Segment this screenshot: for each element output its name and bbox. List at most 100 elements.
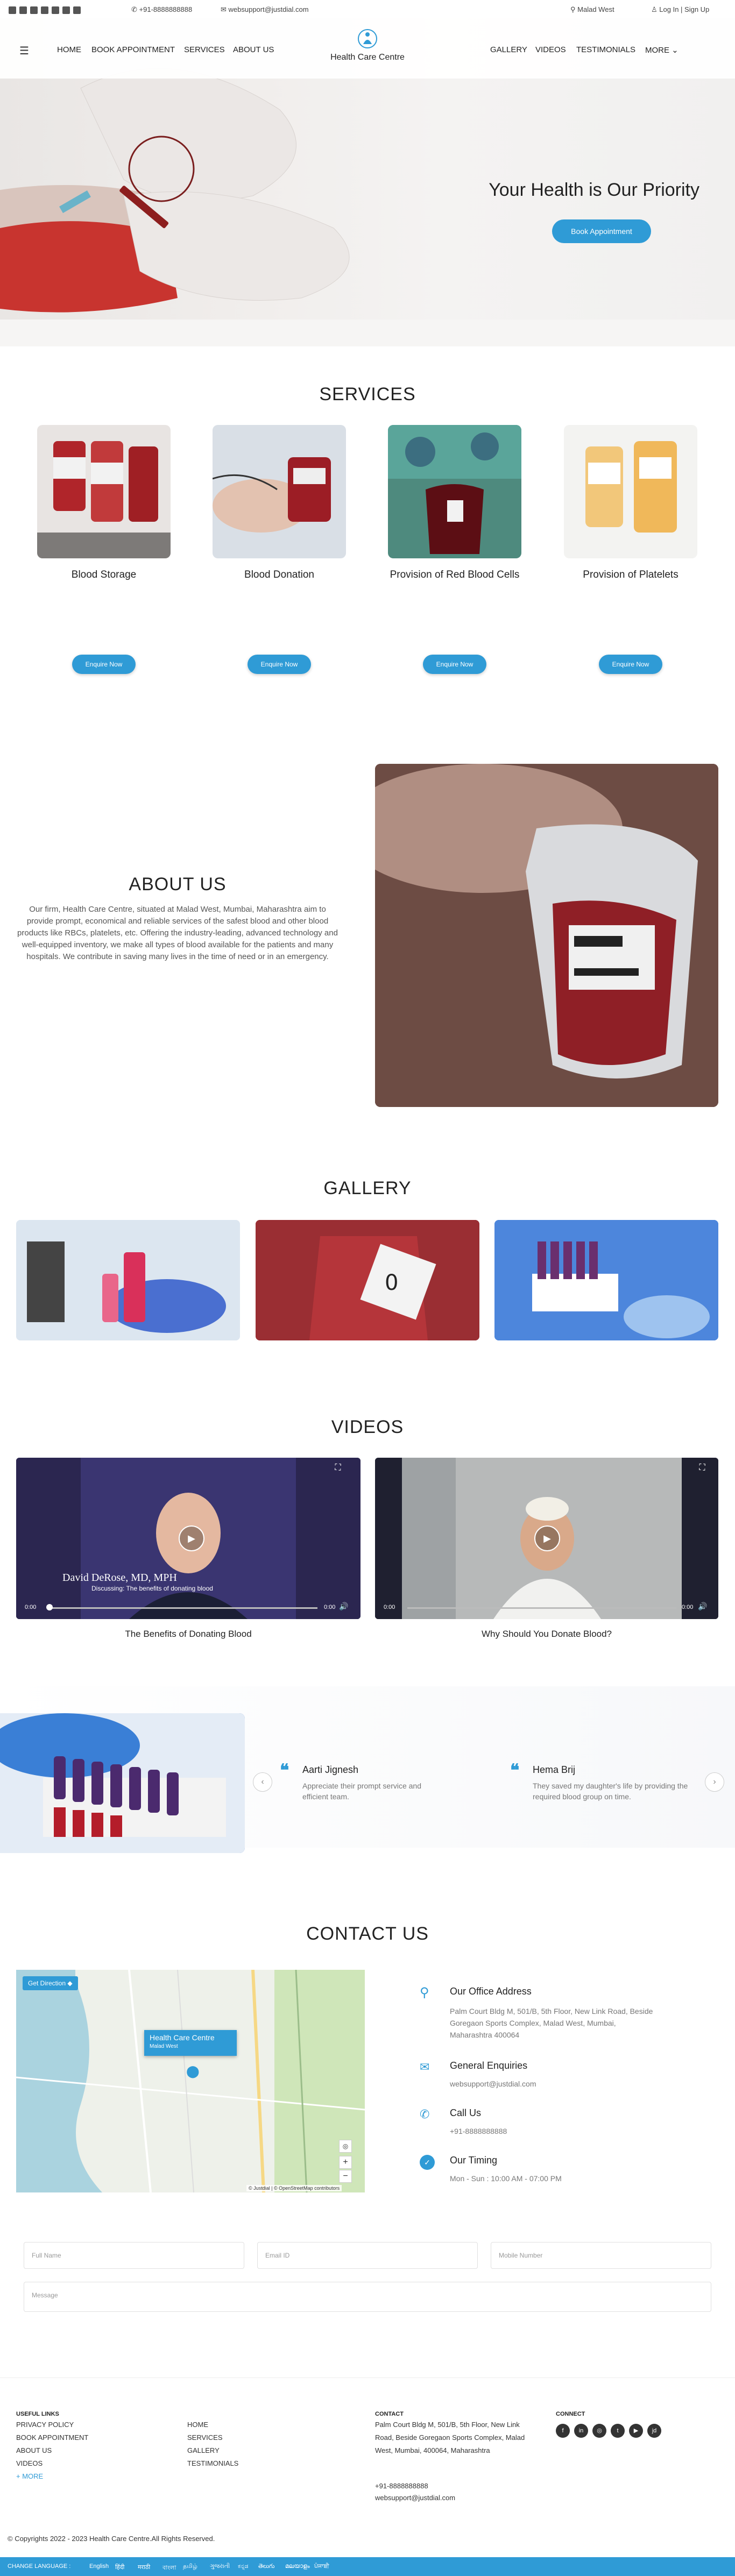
language-telugu[interactable]: తెలుగు xyxy=(258,2563,274,2571)
justdial-icon[interactable]: jd xyxy=(647,2424,661,2438)
call-number[interactable]: +91-8888888888 xyxy=(450,2127,507,2135)
linkedin-icon[interactable] xyxy=(30,6,38,14)
enquire-now-button[interactable]: Enquire Now xyxy=(599,655,662,674)
twitter-icon[interactable]: t xyxy=(611,2424,625,2438)
video-caption: Why Should You Donate Blood? xyxy=(482,1629,612,1639)
testimonial-next-arrow-icon[interactable]: › xyxy=(705,1772,724,1792)
language-punjabi[interactable]: ਪੰਜਾਬੀ xyxy=(314,2563,329,2570)
footer-link-book[interactable]: BOOK APPOINTMENT xyxy=(16,2431,88,2444)
justdial-icon[interactable] xyxy=(73,6,81,14)
zoom-out-button[interactable]: − xyxy=(339,2170,352,2183)
fullscreen-icon[interactable]: ⛶ xyxy=(330,1463,345,1478)
volume-icon[interactable]: 🔊 xyxy=(698,1602,707,1611)
location-pin-icon: ⚲ xyxy=(570,5,576,13)
nav-home[interactable]: HOME xyxy=(57,45,81,54)
footer-more-link[interactable]: + MORE xyxy=(16,2470,88,2483)
instagram-icon[interactable] xyxy=(41,6,48,14)
language-hindi[interactable]: हिंदी xyxy=(115,2563,124,2571)
play-button-icon[interactable]: ▶ xyxy=(534,1525,560,1551)
enquire-now-button[interactable]: Enquire Now xyxy=(248,655,311,674)
footer-email[interactable]: websupport@justdial.com xyxy=(375,2492,455,2504)
footer-link-services[interactable]: SERVICES xyxy=(187,2431,238,2444)
video-progress-bar[interactable] xyxy=(48,1607,317,1609)
youtube-icon[interactable] xyxy=(62,6,70,14)
get-direction-label: Get Direction xyxy=(28,1979,66,1987)
nav-more[interactable]: MORE ⌄ xyxy=(645,45,679,55)
footer-link-privacy[interactable]: PRIVACY POLICY xyxy=(16,2418,88,2431)
language-english[interactable]: English xyxy=(89,2563,109,2570)
location-map[interactable]: Get Direction ◆ Health Care Centre Malad… xyxy=(16,1970,365,2192)
language-kannada[interactable]: ಕನ್ನಡ xyxy=(238,2563,249,2570)
login-link[interactable]: ♙ Log In | Sign Up xyxy=(651,5,709,14)
book-appointment-button[interactable]: Book Appointment xyxy=(552,219,651,243)
zoom-in-button[interactable]: + xyxy=(339,2156,352,2169)
language-marathi[interactable]: मराठी xyxy=(138,2563,150,2571)
testimonial-prev-arrow-icon[interactable]: ‹ xyxy=(253,1772,272,1792)
twitter-icon[interactable] xyxy=(52,6,59,14)
gallery-image[interactable] xyxy=(16,1220,240,1340)
play-button-icon[interactable]: ▶ xyxy=(179,1525,204,1551)
footer-link-gallery[interactable]: GALLERY xyxy=(187,2444,238,2457)
nav-services[interactable]: SERVICES xyxy=(184,45,225,54)
map-locate-icon[interactable]: ◎ xyxy=(339,2140,352,2153)
nav-book-appointment[interactable]: BOOK APPOINTMENT xyxy=(91,45,175,54)
service-image-platelets[interactable] xyxy=(564,425,697,558)
map-popup-subtitle: Malad West xyxy=(150,2043,178,2049)
footer-link-home[interactable]: HOME xyxy=(187,2418,238,2431)
nav-gallery[interactable]: GALLERY xyxy=(490,45,527,54)
map-pin-icon[interactable]: ⬤ xyxy=(186,2064,200,2078)
email-field[interactable]: Email ID xyxy=(257,2242,478,2269)
useful-links-col2: HOME SERVICES GALLERY TESTIMONIALS xyxy=(187,2418,238,2470)
about-image xyxy=(375,764,718,1107)
office-title: Our Office Address xyxy=(450,1986,532,1997)
brand-logo-icon[interactable] xyxy=(357,28,378,49)
contact-footer-heading: CONTACT xyxy=(375,2411,404,2417)
enquire-now-button[interactable]: Enquire Now xyxy=(423,655,486,674)
gallery-image[interactable] xyxy=(494,1220,718,1340)
service-image-blood-storage[interactable] xyxy=(37,425,171,558)
get-direction-button[interactable]: Get Direction ◆ xyxy=(23,1976,78,1990)
volume-icon[interactable]: 🔊 xyxy=(339,1602,348,1611)
copyright-text: © Copyrights 2022 - 2023 Health Care Cen… xyxy=(8,2535,215,2543)
main-navigation: ☰ HOME BOOK APPOINTMENT SERVICES ABOUT U… xyxy=(0,18,735,79)
email-icon[interactable] xyxy=(9,6,16,14)
video-player[interactable]: David DeRose, MD, MPH Discussing: The be… xyxy=(16,1458,361,1619)
full-name-field[interactable]: Full Name xyxy=(24,2242,244,2269)
enquire-now-button[interactable]: Enquire Now xyxy=(72,655,136,674)
footer-phone[interactable]: +91-8888888888 xyxy=(375,2480,428,2493)
language-bengali[interactable]: বাংলা xyxy=(162,2563,176,2573)
mobile-field[interactable]: Mobile Number xyxy=(491,2242,711,2269)
facebook-icon[interactable]: f xyxy=(556,2424,570,2438)
footer-link-about[interactable]: ABOUT US xyxy=(16,2444,88,2457)
instagram-icon[interactable]: ◎ xyxy=(592,2424,606,2438)
youtube-icon[interactable]: ▶ xyxy=(629,2424,643,2438)
email-link[interactable]: ✉ websupport@justdial.com xyxy=(221,5,309,14)
language-gujarati[interactable]: ગુજરાતી xyxy=(210,2563,230,2570)
nav-testimonials[interactable]: TESTIMONIALS xyxy=(576,45,635,54)
language-malayalam[interactable]: മലയാളം xyxy=(285,2563,310,2570)
brand-name[interactable]: Health Care Centre xyxy=(323,53,412,62)
timing-text: Mon - Sun : 10:00 AM - 07:00 PM xyxy=(450,2174,562,2183)
quote-icon: ❝ xyxy=(280,1761,289,1780)
service-title: Provision of Platelets xyxy=(583,569,679,580)
hamburger-menu-icon[interactable]: ☰ xyxy=(19,44,29,58)
nav-about-us[interactable]: ABOUT US xyxy=(233,45,274,54)
language-tamil[interactable]: தமிழ் xyxy=(183,2563,197,2571)
fullscreen-icon[interactable]: ⛶ xyxy=(695,1463,710,1478)
enquiries-email[interactable]: websupport@justdial.com xyxy=(450,2080,536,2088)
service-image-blood-donation[interactable] xyxy=(213,425,346,558)
footer-link-videos[interactable]: VIDEOS xyxy=(16,2457,88,2470)
linkedin-icon[interactable]: in xyxy=(574,2424,588,2438)
message-field[interactable]: Message xyxy=(24,2282,711,2312)
location-link[interactable]: ⚲ Malad West xyxy=(570,5,614,14)
phone-link[interactable]: ✆ +91-8888888888 xyxy=(131,5,192,14)
video-progress-bar[interactable] xyxy=(407,1607,676,1609)
facebook-icon[interactable] xyxy=(19,6,27,14)
service-image-red-blood-cells[interactable] xyxy=(388,425,521,558)
gallery-image[interactable]: 0 xyxy=(256,1220,479,1340)
video-player[interactable]: ▶ ⛶ 0:00 0:00 🔊 xyxy=(375,1458,718,1619)
video-scrubber-handle[interactable] xyxy=(46,1604,53,1610)
footer-link-testimonials[interactable]: TESTIMONIALS xyxy=(187,2457,238,2470)
nav-videos[interactable]: VIDEOS xyxy=(535,45,566,54)
call-title: Call Us xyxy=(450,2107,482,2118)
